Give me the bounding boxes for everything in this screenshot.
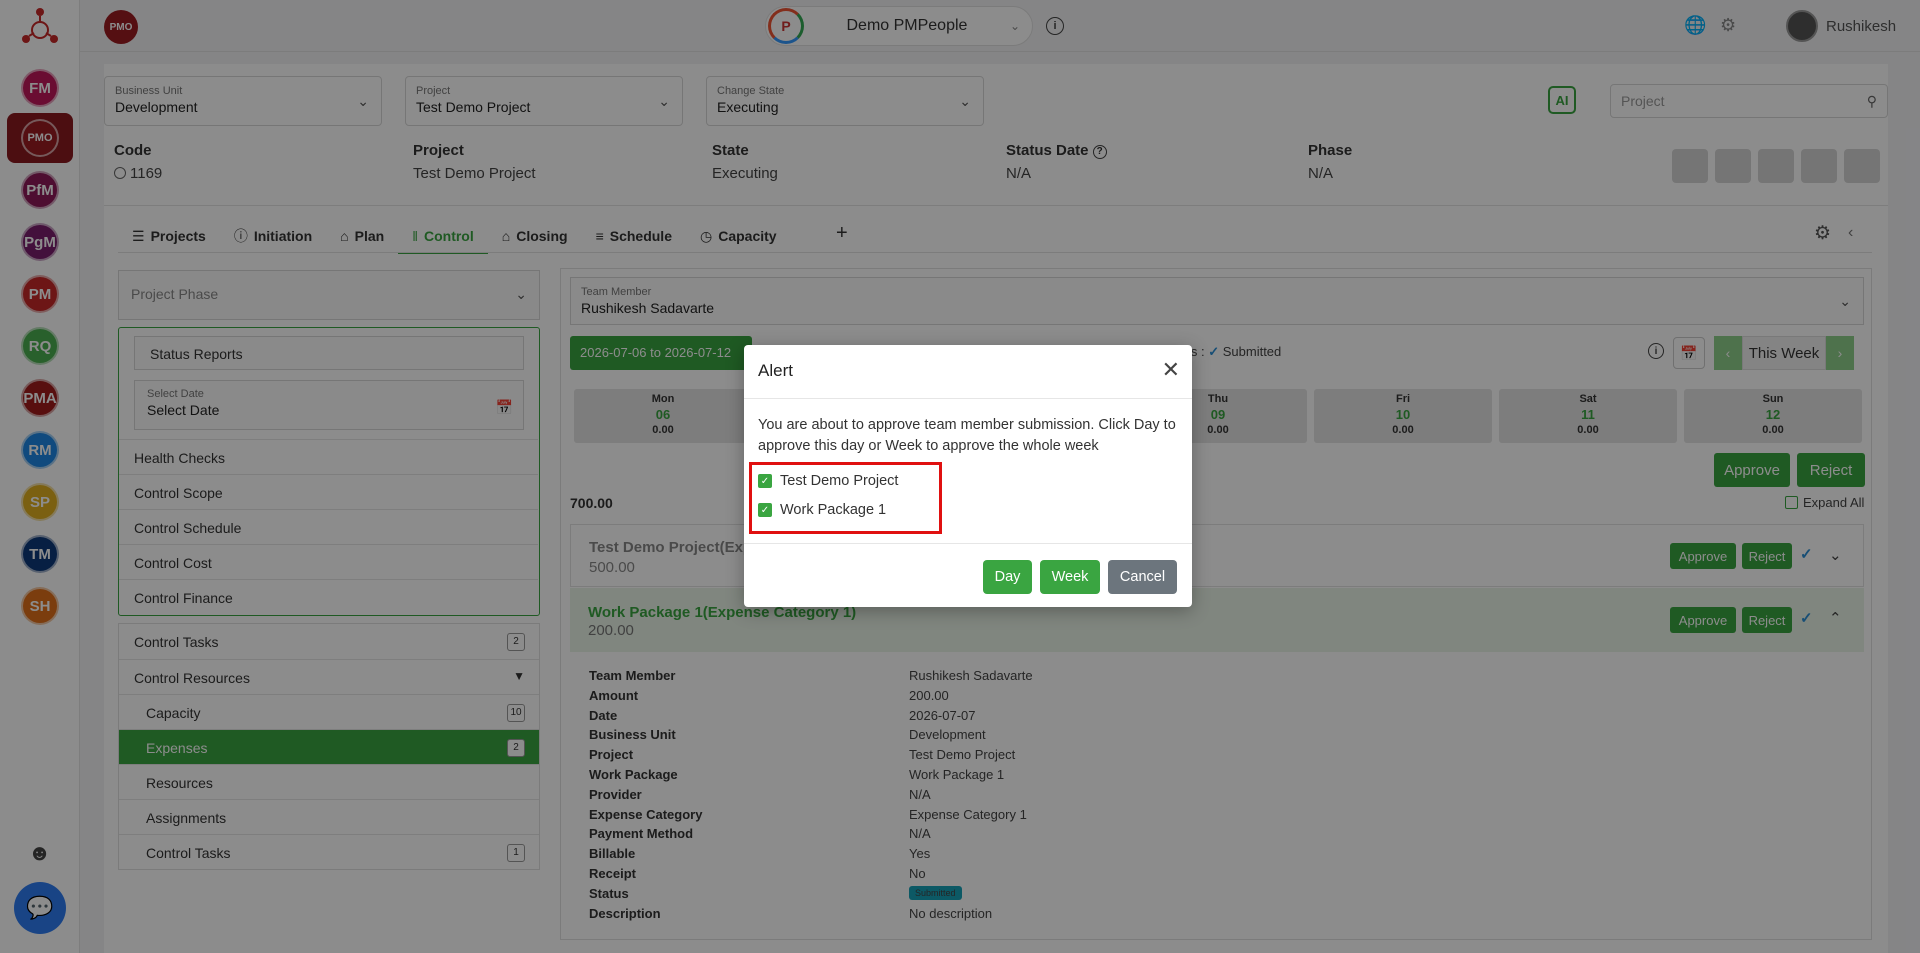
day-button[interactable]: Day <box>983 560 1032 594</box>
alert-title: Alert <box>744 345 1192 399</box>
option-label: Work Package 1 <box>780 502 887 518</box>
checkbox-checked-icon[interactable]: ✓ <box>758 474 772 488</box>
alert-dialog: Alert ✕ You are about to approve team me… <box>744 345 1192 607</box>
cancel-button[interactable]: Cancel <box>1108 560 1177 594</box>
checkbox-checked-icon[interactable]: ✓ <box>758 503 772 517</box>
close-icon[interactable]: ✕ <box>1162 359 1180 381</box>
option-label: Test Demo Project <box>780 473 899 489</box>
option-row[interactable]: ✓ Work Package 1 <box>758 502 886 518</box>
alert-message: You are about to approve team member sub… <box>758 417 1176 454</box>
week-button[interactable]: Week <box>1040 560 1100 594</box>
modal-divider <box>744 543 1192 544</box>
option-row[interactable]: ✓ Test Demo Project <box>758 473 898 489</box>
